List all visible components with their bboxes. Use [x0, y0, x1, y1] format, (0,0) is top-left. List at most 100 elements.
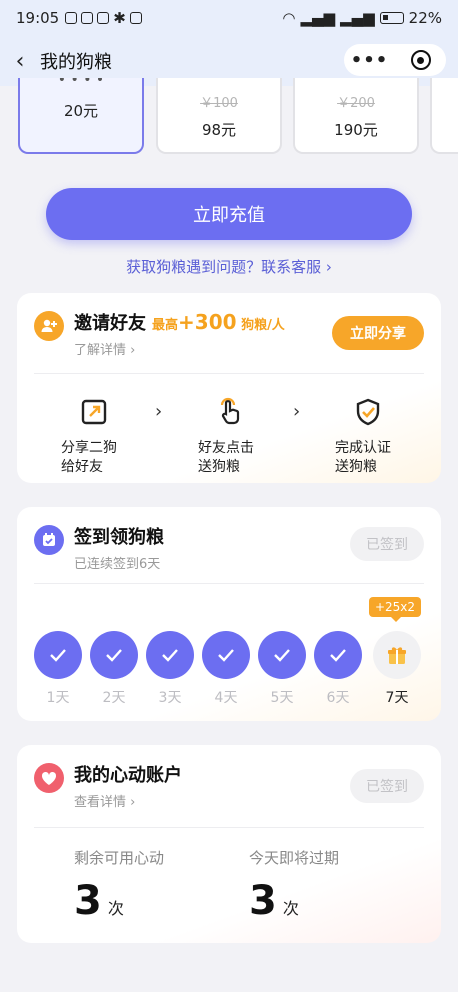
gift-icon: [373, 631, 421, 679]
notification-icon: [65, 12, 78, 24]
heart-details-link[interactable]: 查看详情 ›: [74, 791, 182, 810]
calendar-icon: [34, 525, 64, 555]
chevron-right-icon: ›: [293, 401, 301, 422]
recharge-button[interactable]: 立即充值: [46, 188, 412, 240]
expiring-label: 今天即将过期: [249, 849, 340, 867]
verified-shield-icon: [356, 398, 380, 426]
heart-account-card: 我的心动账户 查看详情 › 已签到 剩余可用心动 3次 今天即将过期 3次: [17, 745, 441, 943]
add-user-icon: [34, 311, 64, 341]
divider: [34, 583, 424, 584]
battery-icon: [379, 12, 404, 24]
back-icon[interactable]: ‹: [0, 49, 40, 74]
close-button[interactable]: [395, 50, 446, 70]
signin-title: 签到领狗粮: [74, 527, 164, 548]
heart-header: 我的心动账户 查看详情 ›: [34, 761, 182, 810]
day-label: 1天: [46, 690, 70, 706]
package-list: • • • • 20元 ￥100 98元 ￥200 190元: [18, 78, 458, 162]
share-now-button[interactable]: 立即分享: [332, 316, 424, 350]
invite-step: 分享二狗 给好友: [61, 397, 117, 477]
remaining-hearts: 剩余可用心动 3次: [74, 847, 164, 924]
day-item: 6天: [314, 631, 362, 707]
heart-signed-in-button[interactable]: 已签到: [350, 769, 424, 803]
battery-percent: 22%: [408, 9, 442, 27]
invite-header: 邀请好友 最高+300 狗粮/人 了解详情 ›: [34, 309, 285, 358]
expiring-value: 3: [249, 878, 277, 924]
status-left-icons: ✱: [65, 9, 142, 27]
package-price: 190元: [334, 121, 378, 139]
status-time: 19:05: [16, 9, 60, 27]
tap-icon: [220, 397, 240, 425]
invite-details-link[interactable]: 了解详情 ›: [74, 339, 285, 358]
step-line2: 送狗粮: [198, 459, 240, 475]
divider: [34, 827, 424, 828]
invite-bonus: 最高+300 狗粮/人: [152, 310, 285, 334]
nfc-icon: [81, 12, 94, 24]
divider: [34, 373, 424, 374]
mini-program-capsule: •••: [344, 44, 446, 76]
remaining-unit: 次: [107, 899, 124, 918]
day-label: 7天: [385, 690, 409, 706]
signal-icon: ▂▄▆: [300, 9, 336, 27]
alarm-icon: [97, 12, 110, 24]
more-button[interactable]: •••: [344, 50, 395, 71]
step-line2: 送狗粮: [335, 459, 377, 475]
package-option[interactable]: ￥200 190元: [293, 78, 419, 154]
package-option-partial[interactable]: [430, 78, 458, 154]
step-line1: 好友点击: [198, 440, 254, 456]
package-price: 98元: [201, 121, 237, 139]
day-item: 2天: [90, 631, 138, 707]
package-old-price: ￥200: [337, 96, 375, 111]
check-icon: [258, 631, 306, 679]
check-icon: [146, 631, 194, 679]
close-circle-icon: [410, 50, 431, 70]
signin-header: 签到领狗粮 已连续签到6天: [34, 523, 164, 572]
day-item: 5天: [258, 631, 306, 707]
vibrate-icon: [129, 12, 142, 24]
package-price: 20元: [63, 102, 99, 120]
signin-card: 签到领狗粮 已连续签到6天 已签到 1天 2天 3天 4天 5天 6天 +25x…: [17, 507, 441, 721]
package-option[interactable]: • • • • 20元: [18, 78, 144, 154]
day-label: 3天: [158, 690, 182, 706]
signal-2-icon: ▂▄▆: [340, 9, 375, 27]
page-title: 我的狗粮: [40, 52, 112, 73]
signed-in-button[interactable]: 已签到: [350, 527, 424, 561]
package-old-price: ￥100: [200, 96, 238, 111]
bluetooth-icon: ✱: [113, 9, 126, 27]
status-bar: 19:05 ✱ ◠ ▂▄▆ ▂▄▆ 22%: [0, 0, 458, 36]
status-right-icons: ◠ ▂▄▆ ▂▄▆ 22%: [282, 9, 442, 27]
step-line1: 分享二狗: [61, 440, 117, 456]
step-line2: 给好友: [61, 459, 103, 475]
package-option[interactable]: ￥100 98元: [156, 78, 282, 154]
invite-step: 完成认证 送狗粮: [335, 397, 391, 477]
expiring-hearts: 今天即将过期 3次: [249, 847, 339, 924]
day-label: 4天: [214, 690, 238, 706]
wifi-icon: ◠: [282, 9, 296, 27]
check-icon: [90, 631, 138, 679]
day-label: 2天: [102, 690, 126, 706]
check-icon: [34, 631, 82, 679]
step-line1: 完成认证: [335, 440, 391, 456]
remaining-value: 3: [74, 878, 102, 924]
signin-days: 1天 2天 3天 4天 5天 6天 +25x2 7天: [34, 597, 424, 706]
day-item-gift: +25x2 7天: [369, 597, 421, 707]
bonus-unit: 狗粮/人: [241, 318, 285, 333]
day-item: 3天: [146, 631, 194, 707]
gift-badge: +25x2: [369, 597, 421, 622]
contact-support-link[interactable]: 获取狗粮遇到问题？联系客服 ›: [0, 256, 458, 277]
day-item: 1天: [34, 631, 82, 707]
invite-step: 好友点击 送狗粮: [198, 397, 254, 477]
heart-icon: [34, 763, 64, 793]
check-icon: [202, 631, 250, 679]
expiring-unit: 次: [282, 899, 299, 918]
package-cut-label: • • • •: [57, 78, 105, 88]
signin-subtitle: 已连续签到6天: [74, 557, 161, 572]
bonus-prefix: 最高: [152, 318, 179, 333]
share-icon: [81, 399, 107, 425]
bonus-value: +300: [178, 310, 237, 334]
day-label: 6天: [326, 690, 350, 706]
heart-title: 我的心动账户: [74, 765, 182, 786]
day-item: 4天: [202, 631, 250, 707]
invite-friends-card: 邀请好友 最高+300 狗粮/人 了解详情 › 立即分享 分享二狗 给好友 › 好…: [17, 293, 441, 483]
check-icon: [314, 631, 362, 679]
chevron-right-icon: ›: [155, 401, 163, 422]
